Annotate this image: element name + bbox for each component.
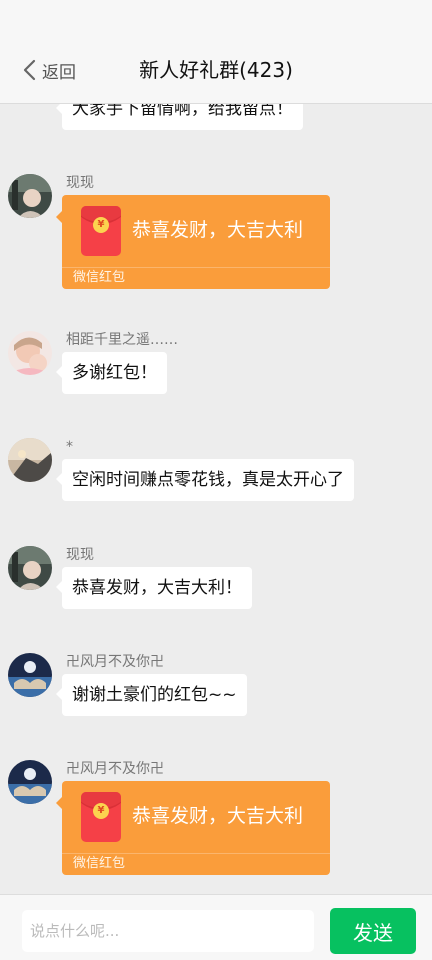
avatar[interactable]: [8, 438, 52, 482]
red-packet-footer: 微信红包: [62, 853, 330, 875]
sender-nickname: 现现: [66, 175, 94, 191]
input-bar: 发送: [0, 894, 432, 960]
avatar[interactable]: [8, 546, 52, 590]
red-envelope-icon: ¥: [81, 792, 121, 842]
message-bubble[interactable]: 恭喜发财，大吉大利！: [56, 567, 252, 609]
avatar[interactable]: [8, 331, 52, 375]
red-packet-greeting: 恭喜发财，大吉大利: [132, 805, 304, 827]
red-packet-card[interactable]: ¥ 恭喜发财，大吉大利 微信红包: [56, 781, 330, 875]
message-bubble[interactable]: 大家手下留情啊，给我留点！: [56, 104, 303, 130]
message-input[interactable]: [22, 910, 314, 952]
chat-list[interactable]: 大家手下留情啊，给我留点！ 现现 ¥ 恭喜发财，大吉大利 微信红包 相距千里之遥…: [0, 104, 432, 894]
message-bubble[interactable]: 空闲时间赚点零花钱，真是太开心了: [56, 459, 354, 501]
red-packet-card[interactable]: ¥ 恭喜发财，大吉大利 微信红包: [56, 195, 330, 289]
sender-nickname: 卍风月不及你卍: [66, 761, 164, 777]
nav-bar: 返回 新人好礼群(423): [0, 0, 432, 104]
avatar[interactable]: [8, 760, 52, 804]
sender-nickname: 现现: [66, 547, 94, 563]
avatar[interactable]: [8, 653, 52, 697]
message-bubble[interactable]: 多谢红包！: [56, 352, 167, 394]
red-envelope-icon: ¥: [81, 206, 121, 256]
sender-nickname: *: [66, 439, 73, 455]
page-title: 新人好礼群(423): [139, 58, 293, 82]
red-packet-greeting: 恭喜发财，大吉大利: [132, 219, 304, 241]
avatar[interactable]: [8, 174, 52, 218]
send-button[interactable]: 发送: [330, 908, 416, 954]
sender-nickname: 卍风月不及你卍: [66, 654, 164, 670]
sender-nickname: 相距千里之遥……: [66, 332, 178, 348]
red-packet-footer: 微信红包: [62, 267, 330, 289]
message-bubble[interactable]: 谢谢土豪们的红包~~: [56, 674, 247, 716]
